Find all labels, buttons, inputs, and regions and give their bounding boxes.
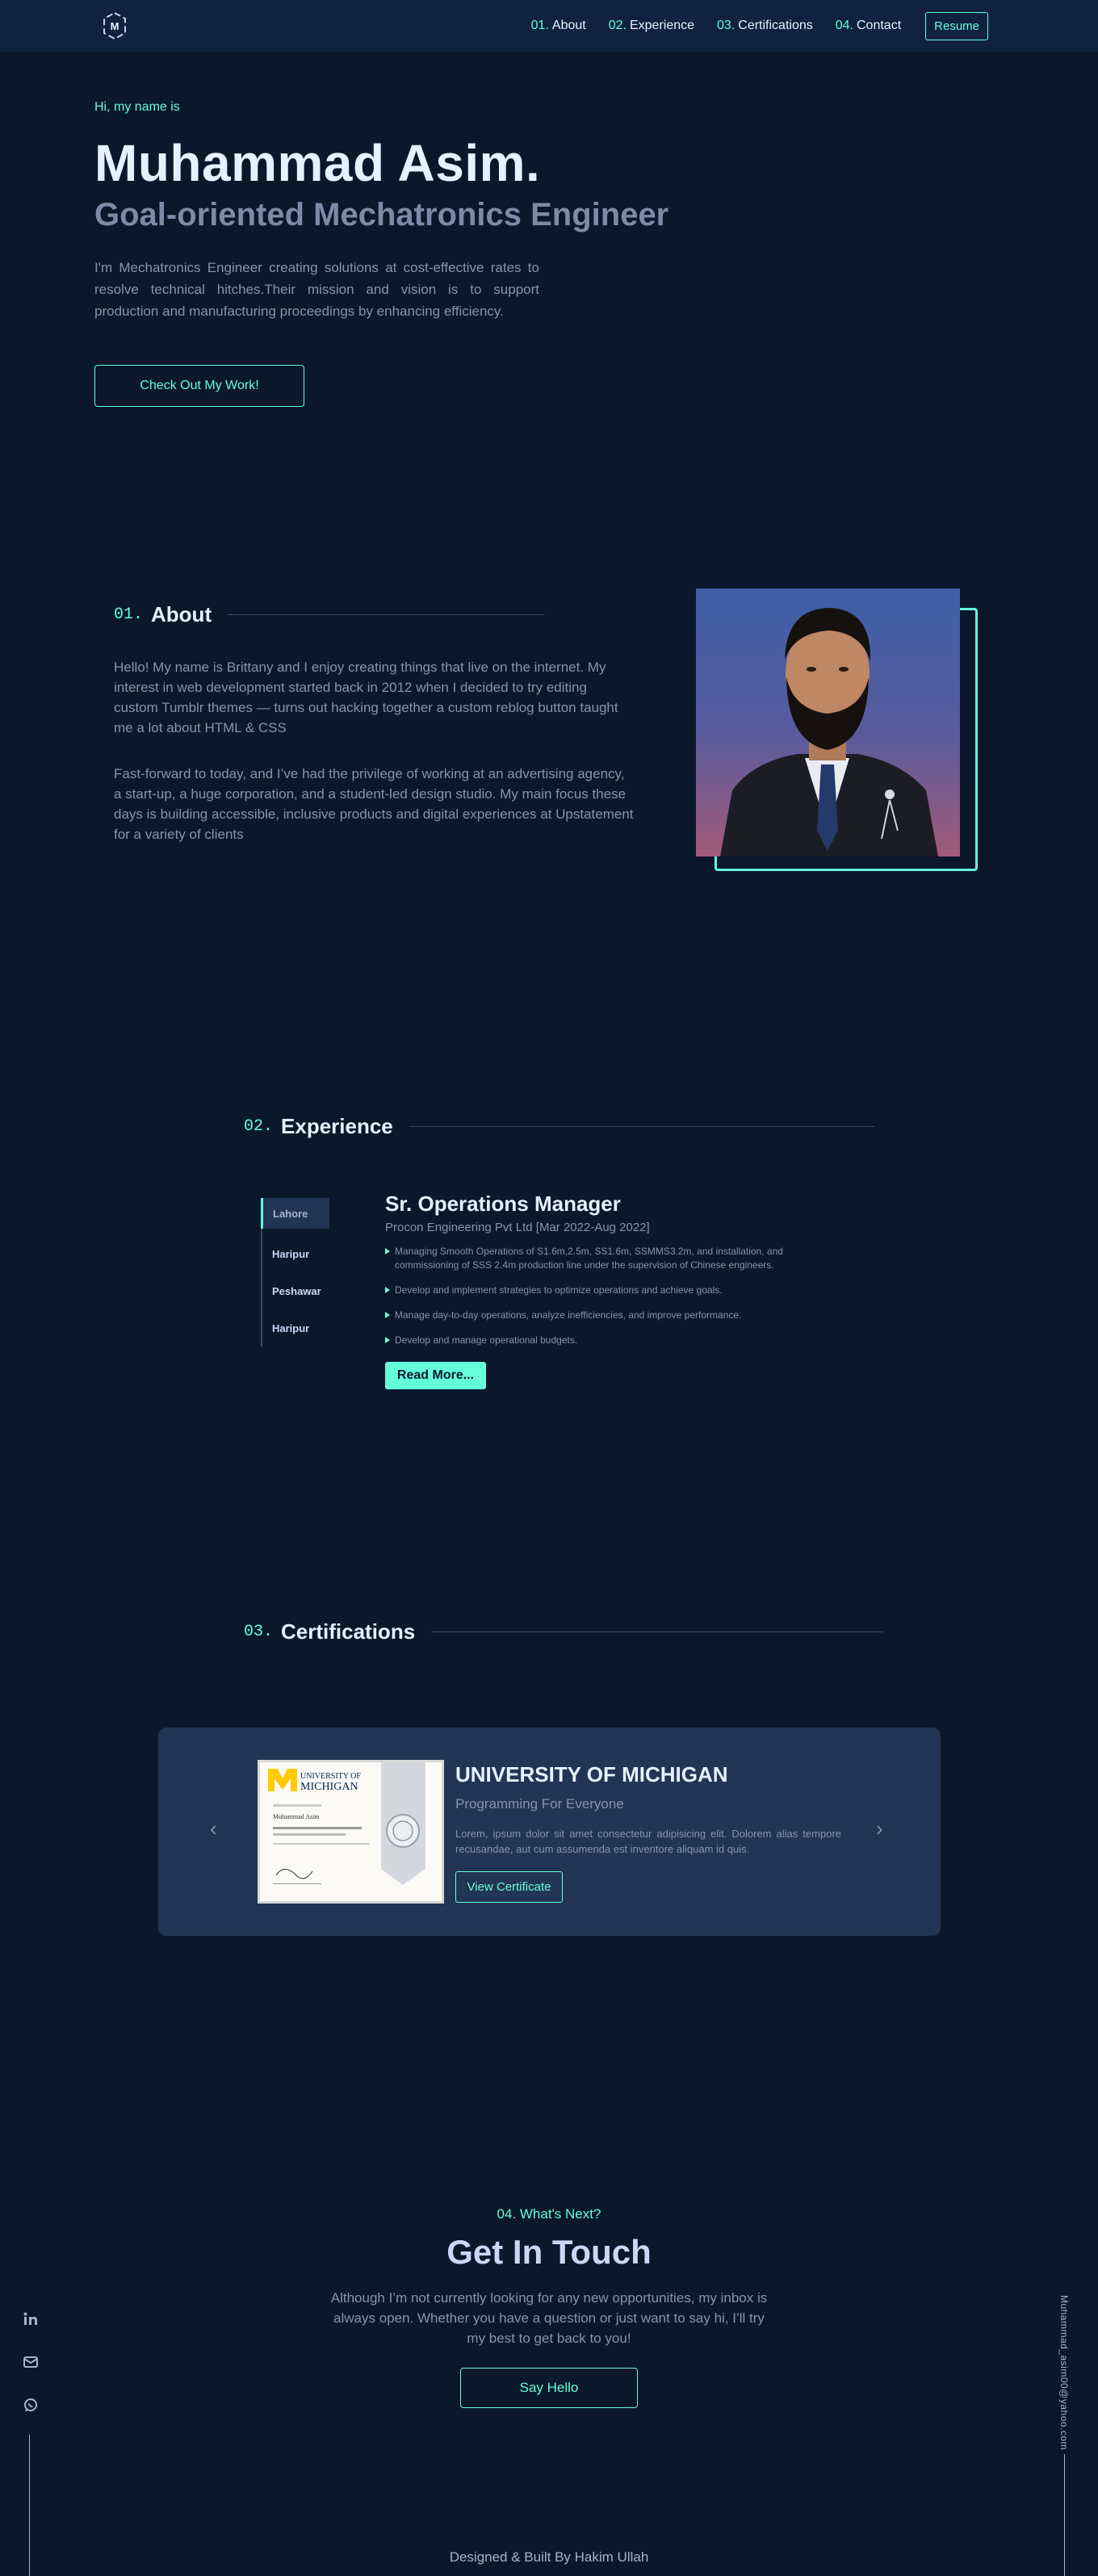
nav-link-num: 04. xyxy=(835,19,853,32)
nav-link-num: 01. xyxy=(530,19,549,32)
resume-button[interactable]: Resume xyxy=(925,11,988,40)
nav-link-num: 03. xyxy=(717,19,735,32)
tab-lahore[interactable]: Lahore xyxy=(261,1198,329,1229)
nav-link-label: About xyxy=(551,19,586,32)
svg-text:UNIVERSITY OF: UNIVERSITY OF xyxy=(300,1772,361,1781)
certifications-heading: 03. Certifications xyxy=(244,1619,884,1644)
list-item: Managing Smooth Operations of S1.6m,2.5m… xyxy=(385,1245,805,1272)
section-title: Experience xyxy=(281,1114,393,1138)
section-number: 02. xyxy=(244,1117,274,1136)
nav-link-label: Certifications xyxy=(738,19,813,32)
svg-text:Muhammad Asim: Muhammad Asim xyxy=(273,1813,320,1820)
profile-photo xyxy=(696,589,960,857)
contact-description: Although I’m not currently looking for a… xyxy=(330,2290,768,2346)
section-divider xyxy=(228,614,545,615)
side-email-text: Muhammad_asim00@yahoo.com xyxy=(1058,2294,1071,2451)
view-certificate-button[interactable]: View Certificate xyxy=(455,1871,563,1903)
experience-tabs: Lahore Haripur Peshawar Haripur xyxy=(261,1198,329,1347)
tab-haripur[interactable]: Haripur xyxy=(262,1235,329,1272)
hero-name: Muhammad Asim. xyxy=(94,134,541,192)
hero-greeting: Hi, my name is xyxy=(94,100,180,114)
contact-title: Get In Touch xyxy=(446,2233,652,2271)
say-hello-button[interactable]: Say Hello xyxy=(460,2368,638,2408)
linkedin-icon[interactable] xyxy=(20,2309,41,2330)
list-item: Develop and implement strategies to opti… xyxy=(385,1284,805,1297)
nav-link-contact[interactable]: 04. Contact xyxy=(836,19,901,33)
certificate-image[interactable]: UNIVERSITY OF MICHIGAN Muhammad Asim xyxy=(258,1760,444,1904)
svg-text:M: M xyxy=(111,20,119,32)
footer-credit[interactable]: Designed & Built By Hakim Ullah xyxy=(0,2549,1098,2566)
section-number: 01. xyxy=(114,605,144,624)
nav-link-label: Contact xyxy=(857,19,902,32)
section-divider xyxy=(409,1126,874,1127)
about-heading: 01. About xyxy=(114,602,545,627)
whatsapp-icon[interactable] xyxy=(20,2394,41,2415)
nav-link-num: 02. xyxy=(608,19,627,32)
tab-haripur-2[interactable]: Haripur xyxy=(262,1309,329,1347)
side-email-link[interactable]: Muhammad_asim00@yahoo.com xyxy=(1058,2294,1071,2451)
section-title: Certifications xyxy=(281,1619,416,1644)
about-paragraph: Hello! My name is Brittany and I enjoy c… xyxy=(114,660,618,735)
mail-icon[interactable] xyxy=(20,2352,41,2373)
certificate-course: Programming For Everyone xyxy=(455,1796,624,1812)
nav-link-label: Experience xyxy=(629,19,695,32)
list-item: Manage day-to-day operations, analyze in… xyxy=(385,1309,805,1322)
check-out-work-button[interactable]: Check Out My Work! xyxy=(94,365,304,407)
hero-role: Goal-oriented Mechatronics Engineer xyxy=(94,197,669,232)
job-duties: Managing Smooth Operations of S1.6m,2.5m… xyxy=(385,1245,805,1359)
job-title: Sr. Operations Manager xyxy=(385,1192,621,1216)
nav-link-certifications[interactable]: 03. Certifications xyxy=(717,19,813,33)
section-title: About xyxy=(151,602,212,626)
nav-link-experience[interactable]: 02. Experience xyxy=(609,19,694,33)
list-item: Develop and manage operational budgets. xyxy=(385,1334,805,1347)
nav-links: 01. About 02. Experience 03. Certifications… xyxy=(531,0,988,52)
read-more-button[interactable]: Read More... xyxy=(385,1362,486,1389)
carousel-prev-arrow[interactable]: ‹ xyxy=(210,1816,217,1841)
experience-heading: 02. Experience xyxy=(244,1114,874,1139)
job-company: Procon Engineering Pvt Ltd [Mar 2022-Aug… xyxy=(385,1221,650,1234)
certificate-description: Lorem, ipsum dolor sit amet consectetur … xyxy=(455,1828,841,1855)
nav-link-about[interactable]: 01. About xyxy=(531,19,586,33)
certificate-organization: UNIVERSITY OF MICHIGAN xyxy=(455,1762,728,1786)
carousel-next-arrow[interactable]: › xyxy=(876,1816,883,1841)
contact-overline: 04. What's Next? xyxy=(497,2206,601,2222)
section-number: 03. xyxy=(244,1623,274,1641)
svg-text:MICHIGAN: MICHIGAN xyxy=(300,1781,358,1793)
logo[interactable]: M xyxy=(100,11,129,40)
hero-description: I'm Mechatronics Engineer creating solut… xyxy=(94,260,539,319)
about-paragraph: Fast-forward to today, and I’ve had the … xyxy=(114,766,634,842)
tab-peshawar[interactable]: Peshawar xyxy=(262,1272,329,1309)
top-navbar: M 01. About 02. Experience 03. Certificatio… xyxy=(0,0,1098,52)
section-divider xyxy=(431,1631,884,1632)
